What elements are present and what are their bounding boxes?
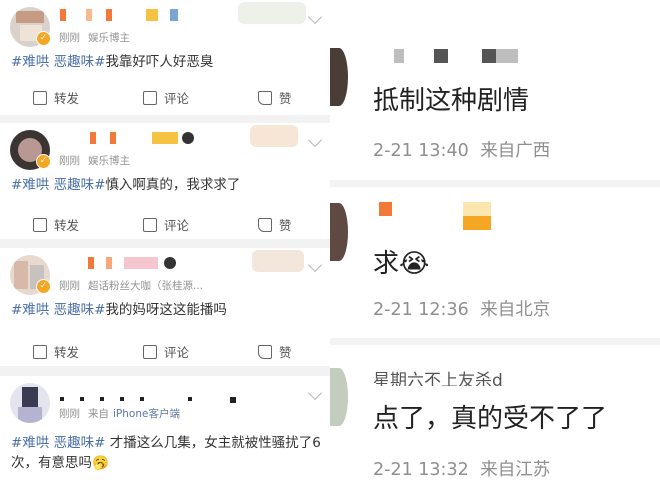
post-actions: 转发 评论 赞 (0, 209, 330, 239)
repost-icon (33, 345, 47, 359)
repost-button[interactable]: 转发 (33, 342, 79, 361)
feed-post[interactable]: ✓ 刚刚 娱乐博主 #难哄 恶趣味#慎入啊真的，我求求了 转发 评论 赞 (0, 123, 330, 239)
sticker-decoration-icon (238, 2, 306, 24)
like-button[interactable]: 赞 (258, 215, 292, 234)
chevron-down-icon[interactable] (307, 9, 323, 25)
avatar[interactable] (330, 203, 348, 261)
post-source-prefix: 来自 (88, 408, 109, 420)
comment-icon (143, 345, 157, 359)
sticker-decoration-icon (250, 125, 298, 147)
comment-time: 2-21 12:36 (373, 300, 469, 320)
post-source: 娱乐博主 (88, 155, 130, 167)
post-actions: 转发 评论 赞 (0, 82, 330, 112)
hashtag-link[interactable]: #难哄 恶趣味# (11, 302, 105, 318)
divider (330, 338, 660, 345)
feed-post[interactable]: 刚刚 来自 iPhone客户端 #难哄 恶趣味# 才播这么几集，女主就被性骚扰了6次… (0, 376, 330, 495)
avatar[interactable] (330, 368, 348, 426)
post-source[interactable]: iPhone客户端 (113, 408, 180, 420)
thumbs-up-icon (258, 345, 272, 359)
post-time: 刚刚 (59, 32, 80, 44)
chevron-down-icon[interactable] (307, 385, 323, 401)
post-time: 刚刚 (59, 155, 80, 167)
comment-button[interactable]: 评论 (143, 88, 189, 107)
comment-button[interactable]: 评论 (143, 342, 189, 361)
post-text: #难哄 恶趣味# 才播这么几集，女主就被性骚扰了6次，有意思吗🥱 (11, 435, 321, 471)
chevron-down-icon[interactable] (307, 257, 323, 273)
like-button[interactable]: 赞 (258, 88, 292, 107)
comment-time: 2-21 13:32 (373, 460, 469, 480)
username-masked[interactable] (434, 49, 448, 63)
repost-icon (33, 91, 47, 105)
post-meta: 刚刚 娱乐博主 (59, 30, 130, 45)
avatar[interactable] (330, 48, 348, 106)
post-text: #难哄 恶趣味#我的妈呀这这能播吗 (11, 302, 227, 318)
post-meta: 刚刚 来自 iPhone客户端 (59, 406, 180, 421)
comment-text: 点了，真的受不了了 (373, 404, 608, 434)
like-button[interactable]: 赞 (258, 342, 292, 361)
weibo-feed: ✓ 刚刚 娱乐博主 #难哄 恶趣味#我靠好吓人好恶臭 转发 评论 赞 ✓ 刚刚 … (0, 0, 330, 495)
hashtag-link[interactable]: #难哄 恶趣味# (11, 435, 105, 451)
post-meta: 刚刚 超话粉丝大咖（张桂源... (59, 278, 203, 293)
verified-badge-icon: ✓ (36, 154, 51, 169)
feed-post[interactable]: ✓ 刚刚 超话粉丝大咖（张桂源... #难哄 恶趣味#我的妈呀这这能播吗 转发 评… (0, 248, 330, 366)
repost-button[interactable]: 转发 (33, 88, 79, 107)
hashtag-link[interactable]: #难哄 恶趣味# (11, 54, 105, 70)
chevron-down-icon[interactable] (307, 132, 323, 148)
post-source: 娱乐博主 (88, 32, 130, 44)
comment-meta: 2-21 13:40 来自广西 (373, 137, 550, 162)
post-time: 刚刚 (59, 408, 80, 420)
comment-location: 来自北京 (480, 300, 551, 320)
username-masked[interactable] (496, 49, 518, 63)
post-text: #难哄 恶趣味#我靠好吓人好恶臭 (11, 54, 214, 70)
comment-location: 来自广西 (480, 141, 551, 161)
thumbs-up-icon (258, 218, 272, 232)
username-masked[interactable] (394, 49, 404, 63)
comment-meta: 2-21 12:36 来自北京 (373, 296, 550, 321)
comment-location: 来自江苏 (480, 460, 551, 480)
username-masked[interactable] (463, 202, 491, 216)
post-actions: 转发 评论 赞 (0, 336, 330, 366)
post-text: #难哄 恶趣味#慎入啊真的，我求求了 (11, 177, 241, 193)
post-source: 超话粉丝大咖（张桂源... (88, 280, 204, 292)
comment-button[interactable]: 评论 (143, 215, 189, 234)
avatar[interactable] (10, 383, 50, 423)
comment-text: 求😭 (373, 249, 430, 279)
comment-time: 2-21 13:40 (373, 141, 469, 161)
comment-username[interactable]: 星期六不上友杀d (373, 366, 503, 386)
verified-badge-icon: ✓ (36, 31, 51, 46)
hashtag-link[interactable]: #难哄 恶趣味# (11, 177, 105, 193)
verified-badge-icon: ✓ (36, 279, 51, 294)
comment-icon (143, 218, 157, 232)
repost-icon (33, 218, 47, 232)
username-masked[interactable] (379, 202, 392, 216)
repost-button[interactable]: 转发 (33, 215, 79, 234)
sticker-decoration-icon (252, 250, 304, 272)
comment-text: 抵制这种剧情 (373, 86, 530, 116)
comment-meta: 2-21 13:32 来自江苏 (373, 456, 550, 481)
post-meta: 刚刚 娱乐博主 (59, 153, 130, 168)
thumbs-up-icon (258, 91, 272, 105)
username-masked[interactable] (463, 216, 491, 230)
comment-icon (143, 91, 157, 105)
username-masked[interactable] (482, 49, 496, 63)
feed-post[interactable]: ✓ 刚刚 娱乐博主 #难哄 恶趣味#我靠好吓人好恶臭 转发 评论 赞 (0, 0, 330, 115)
divider (330, 180, 660, 187)
post-time: 刚刚 (59, 280, 80, 292)
